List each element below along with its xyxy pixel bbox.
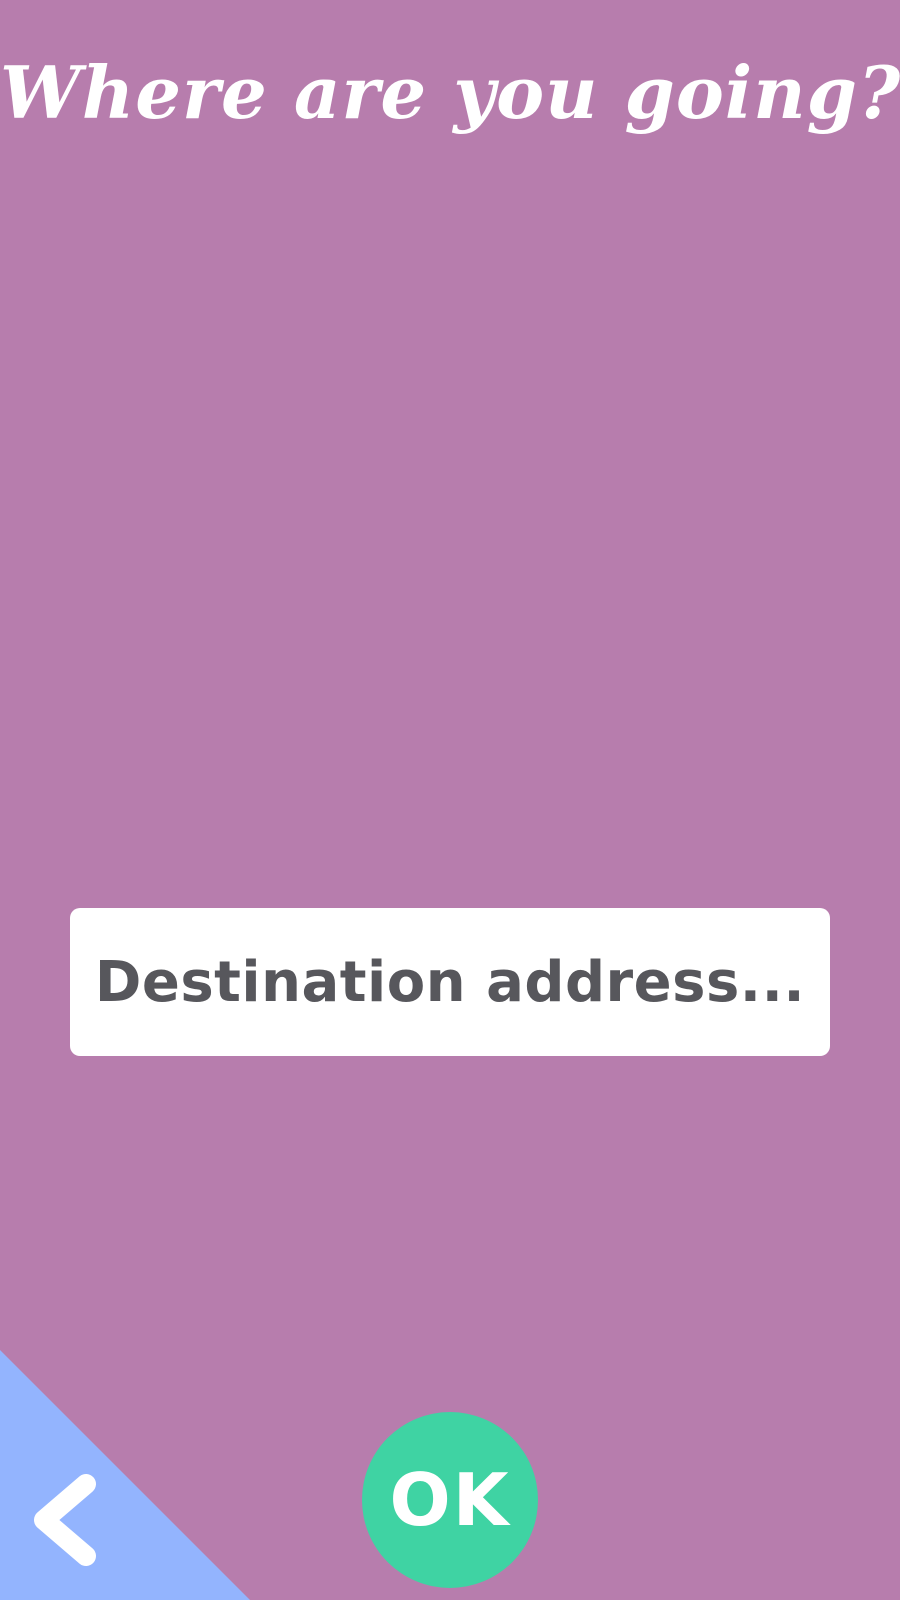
ok-button-label: OK [389,1458,511,1542]
chevron-left-icon[interactable] [30,1470,100,1570]
destination-address-input[interactable]: Destination address... [70,908,830,1056]
page-title: Where are you going? [0,50,900,135]
destination-address-placeholder: Destination address... [94,949,806,1015]
ok-button[interactable]: OK [362,1412,538,1588]
